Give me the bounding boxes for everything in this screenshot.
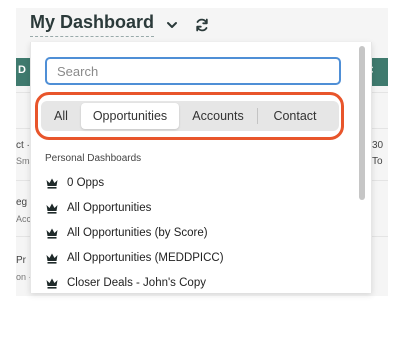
dashboard-title[interactable]: My Dashboard [30,12,155,37]
crown-icon [46,278,58,289]
crown-icon [46,228,58,239]
background-cell: ct · [16,140,30,151]
header-band-text: D [18,64,26,76]
refresh-icon[interactable] [194,17,210,33]
section-label: Personal Dashboards [45,153,142,164]
crown-icon [46,203,58,214]
list-item[interactable]: 0 Opps [45,170,345,195]
list-item-label: Closer Deals - John's Copy [67,276,206,289]
background-cell: To [372,156,383,167]
list-item[interactable]: All Opportunities (by Score) [45,220,345,245]
list-item-label: 0 Opps [67,176,105,189]
list-item-label: All Opportunities [67,201,152,214]
chevron-down-icon[interactable] [164,17,180,33]
search-input[interactable] [45,57,341,85]
dashboard-title-bar: My Dashboard [30,12,210,37]
crown-icon [46,178,58,189]
scrollbar-thumb[interactable] [359,46,365,200]
list-item[interactable]: Closer Deals - John's Copy [45,270,345,293]
list-item[interactable]: All Opportunities (MEDDPICC) [45,245,345,270]
list-item-label: All Opportunities (MEDDPICC) [67,251,224,264]
list-item[interactable]: All Opportunities [45,195,345,220]
tabs-highlight-outline [35,92,344,140]
crown-icon [46,253,58,264]
background-cell: 30 [372,140,384,151]
background-cell: Pr [16,255,26,266]
background-cell: eg [16,197,28,208]
dashboard-dropdown: All Opportunities Accounts Contact Perso… [30,42,372,293]
background-cell: Acc [16,214,32,224]
dashboard-list: 0 Opps All Opportunities All Opportuniti… [45,170,345,293]
list-item-label: All Opportunities (by Score) [67,226,208,239]
